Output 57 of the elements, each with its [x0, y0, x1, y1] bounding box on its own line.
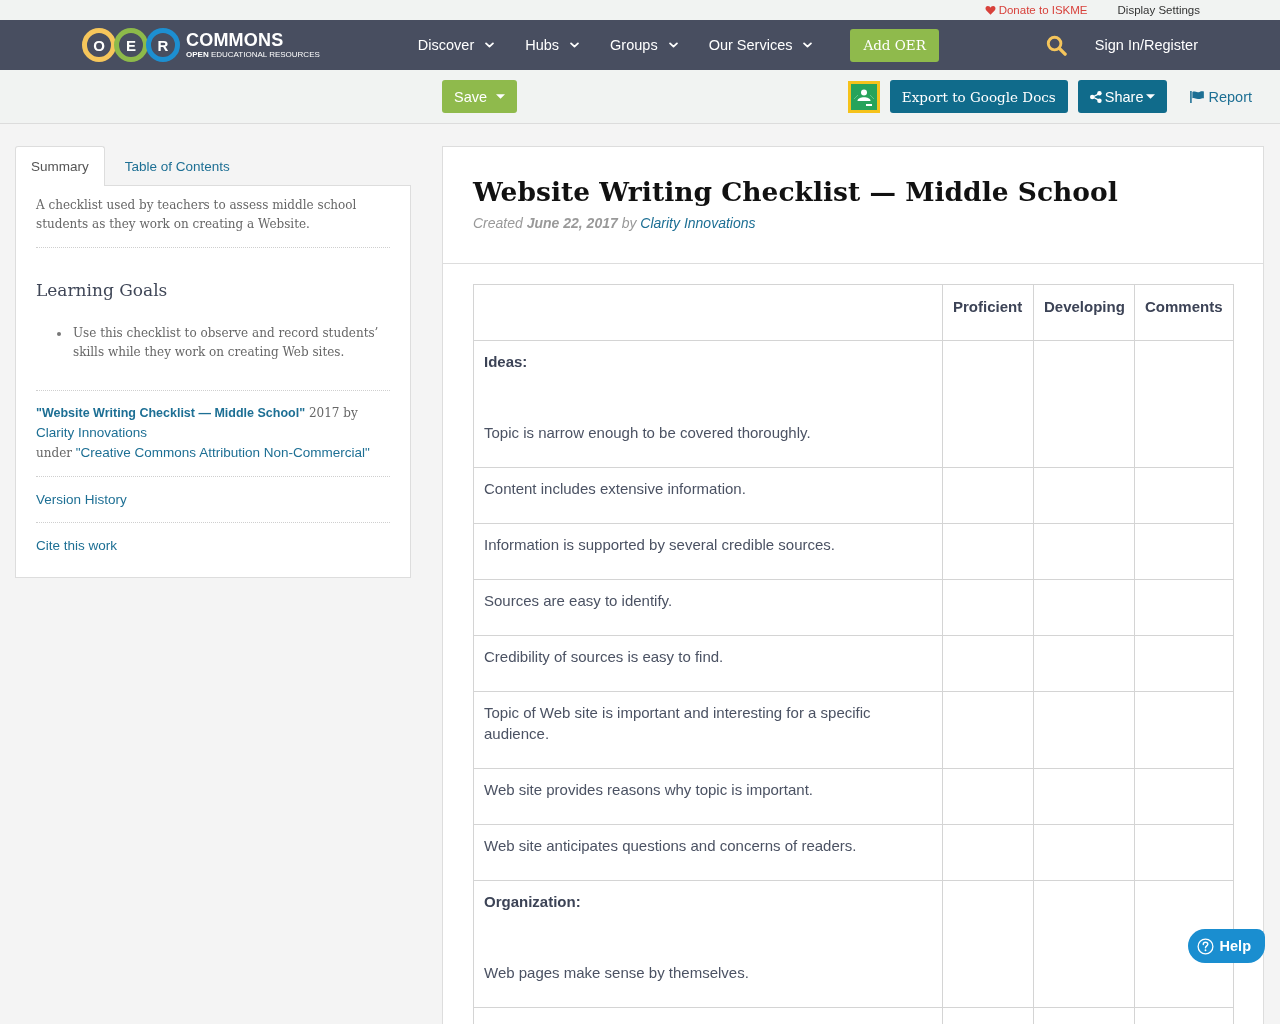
- resource-title-link[interactable]: "Website Writing Checklist — Middle School": [36, 406, 306, 420]
- criterion-text: Web site anticipates questions and concerns of readers.: [484, 836, 858, 856]
- column-header: Developing: [1033, 284, 1135, 341]
- share-button[interactable]: Share: [1077, 80, 1168, 113]
- column-header: Proficient: [942, 284, 1034, 341]
- chevron-down-icon: [485, 42, 495, 48]
- donate-link[interactable]: Donate to ISKME: [984, 4, 1088, 16]
- help-button[interactable]: Help: [1187, 929, 1265, 963]
- share-icon: [1089, 90, 1102, 103]
- nav-menu-item[interactable]: Groups: [610, 37, 678, 53]
- logo-tagline: OPEN EDUCATIONAL RESOURCES: [186, 49, 320, 60]
- author-link[interactable]: Clarity Innovations: [36, 425, 148, 440]
- criterion-text: Information is supported by several credible sources.: [484, 535, 836, 555]
- resource-title: Website Writing Checklist — Middle School: [473, 175, 1119, 209]
- question-icon: [1196, 937, 1214, 955]
- category-heading: Ideas:: [484, 352, 529, 372]
- flag-icon: [1190, 90, 1205, 103]
- chevron-down-icon: [803, 42, 813, 48]
- section-heading: Learning Goals: [36, 279, 169, 302]
- logo-ring[interactable]: E: [114, 28, 148, 62]
- column-header: Comments: [1134, 284, 1234, 341]
- heart-icon: [984, 5, 996, 15]
- display-settings-link[interactable]: Display Settings: [1117, 4, 1200, 16]
- nav-menu-item[interactable]: Our Services: [708, 37, 813, 53]
- nav-menu-item[interactable]: Discover: [417, 37, 495, 53]
- caret-icon: [496, 94, 506, 99]
- criterion-text: Credibility of sources is easy to find.: [484, 647, 725, 667]
- author-link[interactable]: Clarity Innovations: [640, 215, 756, 231]
- nav-menu-item[interactable]: Hubs: [525, 37, 580, 53]
- sign-in-link[interactable]: Sign In/Register: [1094, 37, 1198, 53]
- search-icon[interactable]: [1045, 34, 1067, 56]
- criterion-text: Content includes extensive information.: [484, 479, 747, 499]
- sidebar-tab[interactable]: Summary: [15, 146, 105, 186]
- person-board-icon[interactable]: [847, 80, 880, 113]
- logo-wordmark[interactable]: COMMONS: [186, 30, 320, 50]
- criterion-text: Web pages make sense by themselves.: [484, 963, 750, 983]
- logo-ring[interactable]: R: [146, 28, 180, 62]
- logo-ring[interactable]: O: [82, 28, 116, 62]
- export-button[interactable]: Export to Google Docs: [889, 80, 1068, 113]
- criterion-text: Web site provides reasons why topic is important.: [484, 780, 815, 800]
- created-line: Created June 22, 2017 by Clarity Innovations: [473, 214, 757, 233]
- category-heading: Organization:: [484, 892, 582, 912]
- chevron-down-icon: [668, 42, 678, 48]
- sidebar-link[interactable]: Version History: [36, 490, 127, 509]
- description-text: A checklist used by teachers to assess middle school students as they work on creating a Website.: [36, 197, 358, 233]
- criterion-text: Topic is narrow enough to be covered thoroughly.: [484, 423, 812, 443]
- bullet-icon: [57, 332, 61, 336]
- criterion-text: Sources are easy to identify.: [484, 591, 674, 611]
- goal-text: Use this checklist to observe and record students’ skills while they work on creating Web sites.: [73, 325, 380, 361]
- caret-icon: [1146, 94, 1156, 99]
- criterion-text: Topic of Web site is important and interesting for a specific audience.: [484, 703, 872, 744]
- sidebar-tab[interactable]: Table of Contents: [108, 146, 246, 186]
- license-text: "Website Writing Checklist — Middle School" 2017 by Clarity Innovations under "Creative Commons Attribution Non-Commercial": [36, 405, 371, 462]
- license-link[interactable]: "Creative Commons Attribution Non-Commercial": [75, 445, 370, 460]
- chevron-down-icon: [570, 42, 580, 48]
- report-link[interactable]: Report: [1190, 88, 1252, 105]
- sidebar-link[interactable]: Cite this work: [36, 536, 118, 555]
